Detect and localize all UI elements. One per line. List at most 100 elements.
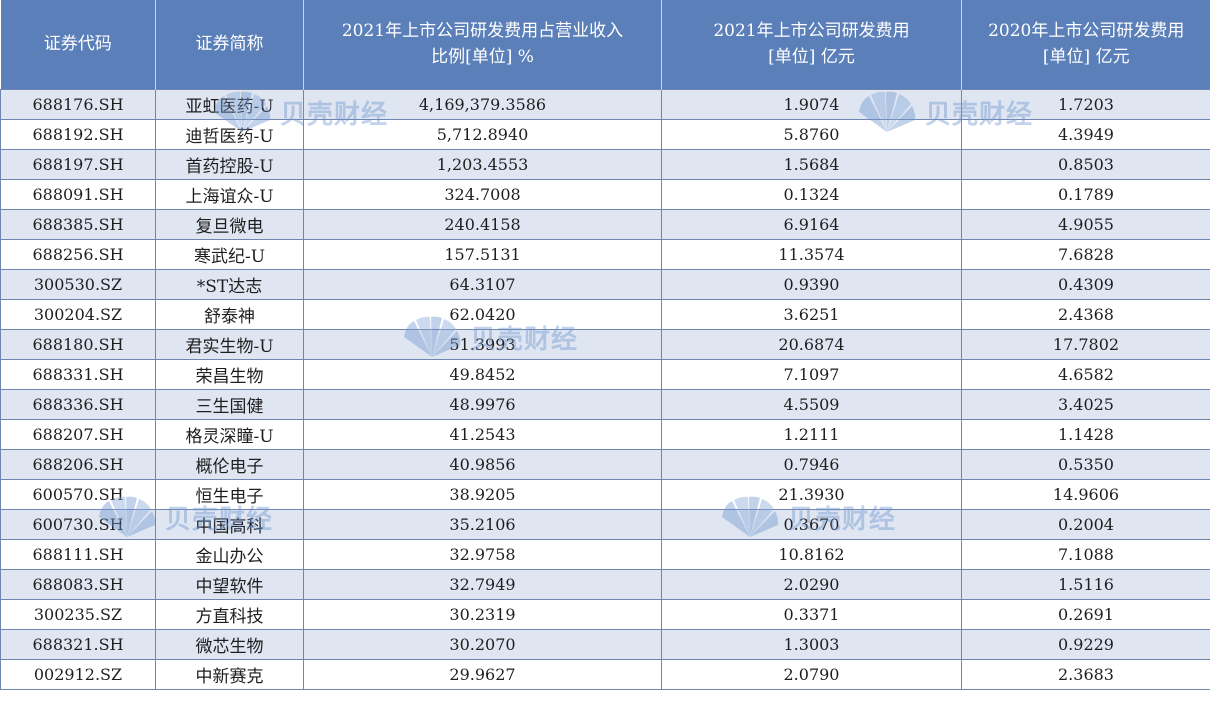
cell-rd-ratio-2021: 30.2319 — [303, 598, 662, 630]
rd-expense-sheet: 证券代码 证券简称 2021年上市公司研发费用占营业收入 比例[单位] % 20… — [0, 0, 1210, 690]
cell-rd-expense-2021: 3.6251 — [661, 298, 962, 330]
cell-rd-ratio-2021: 51.3993 — [303, 328, 662, 360]
header-rd-ratio-2021: 2021年上市公司研发费用占营业收入 比例[单位] % — [303, 0, 662, 89]
table-row: 688176.SH 亚虹医药-U 4,169,379.3586 1.9074 1.720… — [0, 88, 1210, 120]
table-row: 688192.SH 迪哲医药-U 5,712.8940 5.8760 4.3949 — [0, 118, 1210, 150]
cell-rd-ratio-2021: 48.9976 — [303, 388, 662, 420]
cell-security-name: 中望软件 — [155, 568, 304, 600]
cell-security-code: 688321.SH — [0, 628, 156, 660]
cell-rd-expense-2020: 2.4368 — [961, 298, 1210, 330]
cell-rd-expense-2021: 1.3003 — [661, 628, 962, 660]
cell-security-code: 688331.SH — [0, 358, 156, 390]
table-row: 688091.SH 上海谊众-U 324.7008 0.1324 0.1789 — [0, 178, 1210, 210]
cell-security-name: 三生国健 — [155, 388, 304, 420]
cell-rd-expense-2020: 1.1428 — [961, 418, 1210, 450]
header-row: 证券代码 证券简称 2021年上市公司研发费用占营业收入 比例[单位] % 20… — [0, 0, 1210, 89]
cell-rd-expense-2021: 4.5509 — [661, 388, 962, 420]
table-row: 300530.SZ *ST达志 64.3107 0.9390 0.4309 — [0, 268, 1210, 300]
table-row: 002912.SZ 中新赛克 29.9627 2.0790 2.3683 — [0, 658, 1210, 690]
cell-security-code: 688385.SH — [0, 208, 156, 240]
cell-security-code: 688206.SH — [0, 448, 156, 480]
cell-rd-ratio-2021: 324.7008 — [303, 178, 662, 210]
cell-rd-expense-2020: 4.9055 — [961, 208, 1210, 240]
cell-rd-expense-2021: 1.5684 — [661, 148, 962, 180]
table-row: 688336.SH 三生国健 48.9976 4.5509 3.4025 — [0, 388, 1210, 420]
cell-rd-expense-2020: 0.2004 — [961, 508, 1210, 540]
table-row: 688111.SH 金山办公 32.9758 10.8162 7.1088 — [0, 538, 1210, 570]
cell-security-code: 688091.SH — [0, 178, 156, 210]
cell-rd-expense-2020: 14.9606 — [961, 478, 1210, 510]
table-row: 300235.SZ 方直科技 30.2319 0.3371 0.2691 — [0, 598, 1210, 630]
cell-rd-ratio-2021: 157.5131 — [303, 238, 662, 270]
table-body: 688176.SH 亚虹医药-U 4,169,379.3586 1.9074 1.720… — [0, 88, 1210, 690]
table-row: 688180.SH 君实生物-U 51.3993 20.6874 17.7802 — [0, 328, 1210, 360]
cell-security-code: 688336.SH — [0, 388, 156, 420]
cell-rd-expense-2020: 4.6582 — [961, 358, 1210, 390]
cell-rd-expense-2020: 0.2691 — [961, 598, 1210, 630]
cell-security-name: 微芯生物 — [155, 628, 304, 660]
cell-security-name: 方直科技 — [155, 598, 304, 630]
cell-rd-ratio-2021: 240.4158 — [303, 208, 662, 240]
cell-security-code: 300204.SZ — [0, 298, 156, 330]
cell-security-code: 688176.SH — [0, 88, 156, 120]
cell-rd-expense-2020: 3.4025 — [961, 388, 1210, 420]
cell-rd-expense-2021: 0.3371 — [661, 598, 962, 630]
header-security-code: 证券代码 — [0, 0, 156, 89]
cell-security-name: 首药控股-U — [155, 148, 304, 180]
table-row: 600570.SH 恒生电子 38.9205 21.3930 14.9606 — [0, 478, 1210, 510]
rd-expense-table: 证券代码 证券简称 2021年上市公司研发费用占营业收入 比例[单位] % 20… — [0, 0, 1210, 690]
cell-rd-expense-2020: 17.7802 — [961, 328, 1210, 360]
cell-security-code: 688083.SH — [0, 568, 156, 600]
table-row: 688331.SH 荣昌生物 49.8452 7.1097 4.6582 — [0, 358, 1210, 390]
header-rd-expense-2021: 2021年上市公司研发费用 [单位] 亿元 — [661, 0, 962, 89]
cell-security-name: *ST达志 — [155, 268, 304, 300]
cell-security-code: 688111.SH — [0, 538, 156, 570]
table-row: 688197.SH 首药控股-U 1,203.4553 1.5684 0.8503 — [0, 148, 1210, 180]
cell-security-code: 600730.SH — [0, 508, 156, 540]
cell-security-name: 复旦微电 — [155, 208, 304, 240]
cell-rd-expense-2021: 21.3930 — [661, 478, 962, 510]
cell-rd-expense-2020: 0.8503 — [961, 148, 1210, 180]
cell-security-code: 002912.SZ — [0, 658, 156, 690]
header-line: 证券简称 — [195, 34, 264, 55]
cell-rd-expense-2020: 0.9229 — [961, 628, 1210, 660]
cell-rd-expense-2021: 2.0790 — [661, 658, 962, 690]
cell-security-name: 上海谊众-U — [155, 178, 304, 210]
cell-rd-ratio-2021: 32.7949 — [303, 568, 662, 600]
cell-rd-expense-2020: 7.1088 — [961, 538, 1210, 570]
cell-rd-ratio-2021: 29.9627 — [303, 658, 662, 690]
table-row: 688256.SH 寒武纪-U 157.5131 11.3574 7.6828 — [0, 238, 1210, 270]
cell-rd-expense-2021: 5.8760 — [661, 118, 962, 150]
cell-security-name: 中新赛克 — [155, 658, 304, 690]
table-row: 688206.SH 概伦电子 40.9856 0.7946 0.5350 — [0, 448, 1210, 480]
table-row: 600730.SH 中国高科 35.2106 0.3670 0.2004 — [0, 508, 1210, 540]
cell-rd-expense-2021: 0.9390 — [661, 268, 962, 300]
cell-rd-expense-2021: 11.3574 — [661, 238, 962, 270]
table-header: 证券代码 证券简称 2021年上市公司研发费用占营业收入 比例[单位] % 20… — [0, 0, 1210, 89]
table-row: 300204.SZ 舒泰神 62.0420 3.6251 2.4368 — [0, 298, 1210, 330]
cell-rd-expense-2021: 2.0290 — [661, 568, 962, 600]
cell-security-code: 300530.SZ — [0, 268, 156, 300]
cell-rd-ratio-2021: 62.0420 — [303, 298, 662, 330]
cell-rd-ratio-2021: 49.8452 — [303, 358, 662, 390]
cell-rd-expense-2021: 0.7946 — [661, 448, 962, 480]
cell-rd-expense-2020: 1.7203 — [961, 88, 1210, 120]
cell-rd-expense-2021: 0.3670 — [661, 508, 962, 540]
cell-security-name: 舒泰神 — [155, 298, 304, 330]
cell-security-name: 概伦电子 — [155, 448, 304, 480]
cell-security-code: 600570.SH — [0, 478, 156, 510]
cell-rd-expense-2021: 20.6874 — [661, 328, 962, 360]
cell-rd-expense-2020: 4.3949 — [961, 118, 1210, 150]
cell-security-name: 迪哲医药-U — [155, 118, 304, 150]
cell-security-code: 300235.SZ — [0, 598, 156, 630]
header-line: 2020年上市公司研发费用 — [988, 21, 1185, 42]
cell-rd-expense-2020: 2.3683 — [961, 658, 1210, 690]
header-unit-line: [单位] 亿元 — [1042, 47, 1130, 68]
header-rd-expense-2020: 2020年上市公司研发费用 [单位] 亿元 — [961, 0, 1210, 89]
cell-rd-expense-2021: 1.9074 — [661, 88, 962, 120]
cell-rd-expense-2020: 1.5116 — [961, 568, 1210, 600]
header-line: 证券代码 — [43, 34, 112, 55]
cell-rd-expense-2021: 6.9164 — [661, 208, 962, 240]
header-unit-line: 比例[单位] % — [431, 47, 534, 68]
cell-rd-expense-2020: 0.4309 — [961, 268, 1210, 300]
